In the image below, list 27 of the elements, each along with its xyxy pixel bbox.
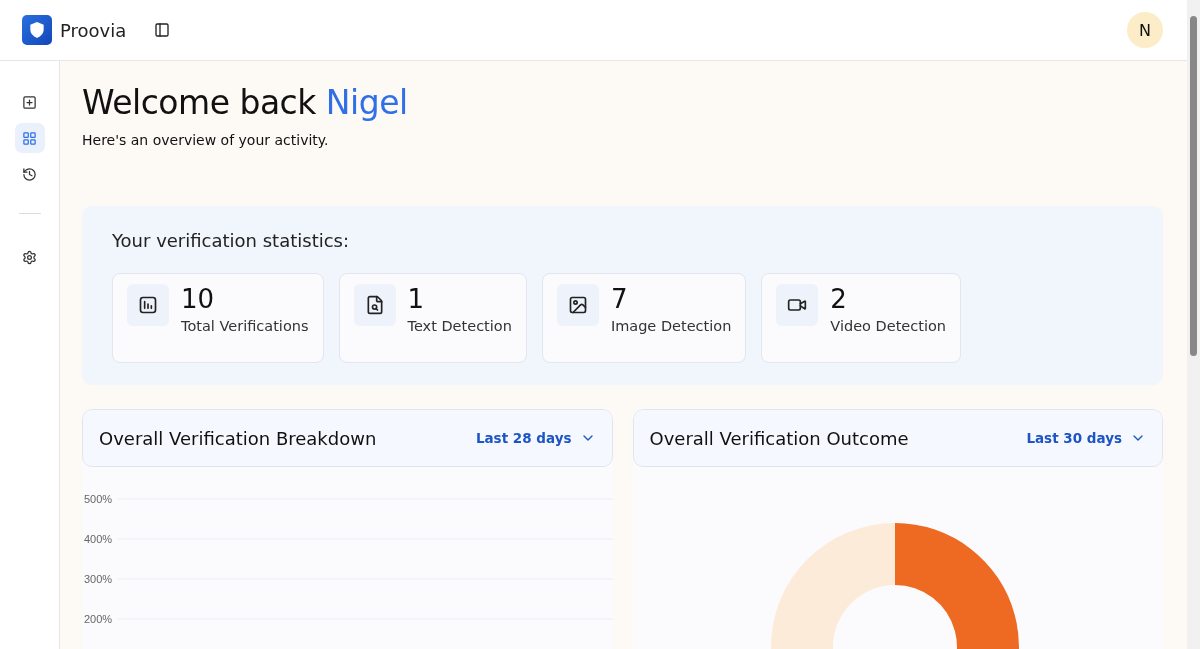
chart-title: Overall Verification Breakdown xyxy=(99,427,377,449)
period-dropdown[interactable]: Last 28 days xyxy=(475,430,596,446)
axis-tick-label: 300% xyxy=(84,573,113,585)
stat-value: 7 xyxy=(610,284,629,314)
grid-icon[interactable] xyxy=(14,123,45,153)
welcome-title: Welcome back Nigel xyxy=(82,83,409,122)
chart-title: Overall Verification Outcome xyxy=(649,427,909,449)
axis-tick-label: 200% xyxy=(84,613,113,625)
stat-label: Total Verifications xyxy=(181,318,309,334)
user-avatar[interactable]: N xyxy=(1127,12,1163,48)
scrollbar[interactable] xyxy=(1187,0,1200,649)
stat-label: Image Detection xyxy=(610,318,732,334)
stat-label: Video Detection xyxy=(830,318,947,334)
bar-chart-icon xyxy=(138,295,158,315)
axis-tick-label: 400% xyxy=(84,533,113,545)
brand-name: Proovia xyxy=(60,19,127,41)
welcome-subtitle: Here's an overview of your activity. xyxy=(82,132,330,148)
axis-tick-label: 500% xyxy=(84,493,113,505)
statistics-title: Your verification statistics: xyxy=(112,230,351,251)
stat-value: 10 xyxy=(181,284,216,314)
stat-label: Text Detection xyxy=(407,318,512,334)
stat-value: 1 xyxy=(407,284,426,314)
image-icon xyxy=(567,295,588,315)
stat-value: 2 xyxy=(830,284,848,314)
period-dropdown[interactable]: Last 30 days xyxy=(1026,430,1146,446)
shield-logo-icon xyxy=(22,15,52,45)
panel-icon xyxy=(154,22,171,38)
